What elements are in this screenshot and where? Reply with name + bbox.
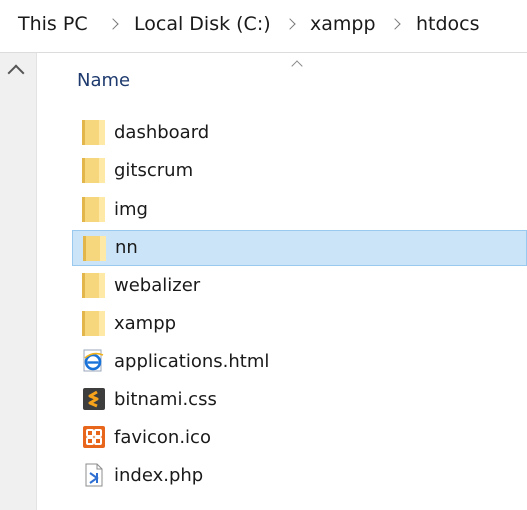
file-name: img [114,199,148,220]
file-name: bitnami.css [114,389,217,410]
address-bar[interactable]: This PC Local Disk (C:) xampp htdocs [0,0,527,53]
breadcrumb-separator-icon[interactable] [389,18,401,30]
file-row-img[interactable]: img [72,192,527,228]
file-row-bitnami-css[interactable]: bitnami.css [72,382,527,418]
folder-icon [82,273,105,298]
folder-icon [82,158,105,183]
file-row-gitscrum[interactable]: gitscrum [72,153,527,189]
file-row-applications-html[interactable]: applications.html [72,344,527,380]
breadcrumb-htdocs[interactable]: htdocs [416,13,480,35]
file-name: xampp [114,313,177,334]
folder-icon [83,236,106,261]
sort-ascending-icon [291,60,303,72]
folder-icon [82,120,105,145]
php-file-icon [85,463,103,487]
breadcrumb-local-disk[interactable]: Local Disk (C:) [134,13,271,35]
file-row-dashboard[interactable]: dashboard [72,115,527,151]
breadcrumb-separator-icon[interactable] [107,18,119,30]
file-name: favicon.ico [114,427,211,448]
column-header-name[interactable]: Name [77,70,130,91]
file-row-xampp[interactable]: xampp [72,306,527,342]
css-file-icon [83,388,105,410]
breadcrumb-separator-icon[interactable] [284,18,296,30]
file-row-webalizer[interactable]: webalizer [72,268,527,304]
file-name: dashboard [114,122,210,143]
folder-icon [82,197,105,222]
file-row-index-php[interactable]: index.php [72,458,527,494]
file-name: nn [115,237,138,258]
file-name: index.php [114,465,204,486]
scroll-up-icon[interactable] [7,64,25,82]
file-row-nn[interactable]: nn [72,230,527,266]
file-name: webalizer [114,275,201,296]
ico-file-icon [83,426,105,448]
file-row-favicon-ico[interactable]: favicon.ico [72,420,527,456]
file-name: applications.html [114,351,270,372]
file-name: gitscrum [114,160,194,181]
html-file-icon [83,349,104,372]
navigation-pane[interactable] [0,53,37,510]
folder-icon [82,311,105,336]
breadcrumb-this-pc[interactable]: This PC [18,13,88,35]
breadcrumb-xampp[interactable]: xampp [310,13,376,35]
